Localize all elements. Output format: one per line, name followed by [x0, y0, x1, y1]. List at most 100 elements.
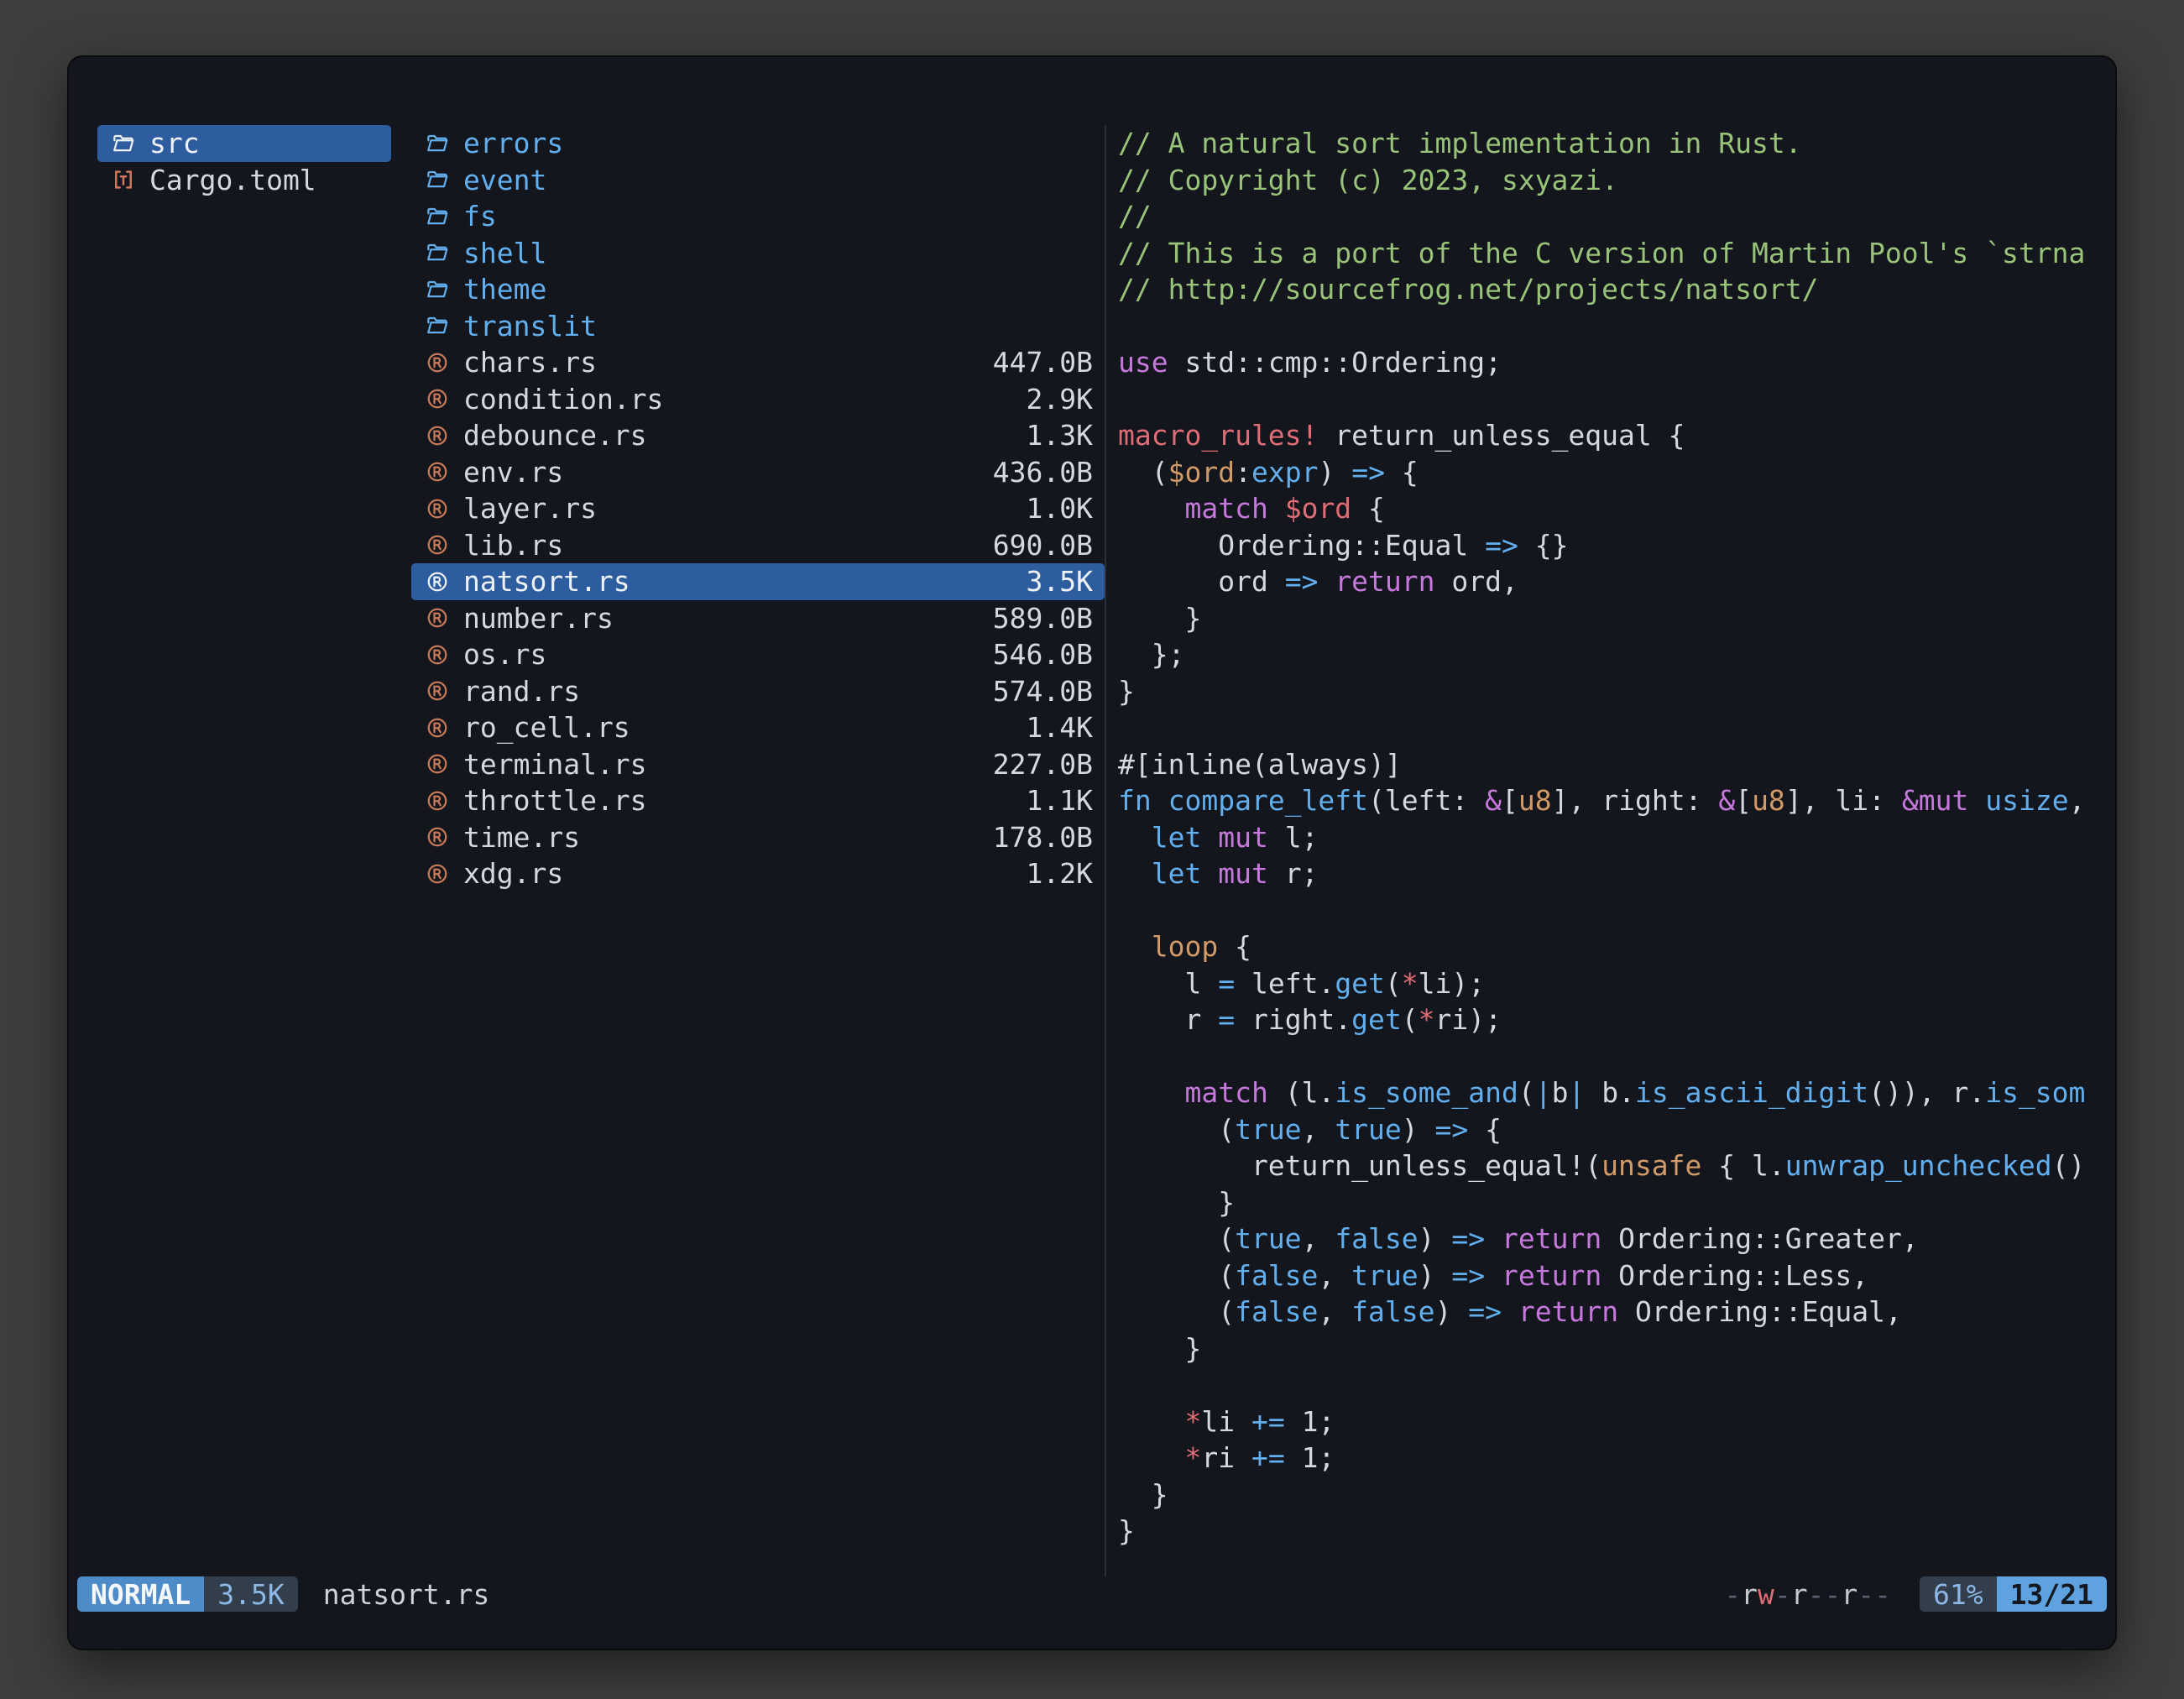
- code-line: use std::cmp::Ordering;: [1118, 344, 2085, 381]
- folder-icon: [425, 240, 450, 265]
- file-row-rand.rs[interactable]: rand.rs574.0B: [411, 673, 1105, 710]
- file-name: fs: [463, 198, 497, 235]
- code-line: *ri += 1;: [1118, 1440, 2085, 1477]
- code-line: [1118, 709, 2085, 746]
- code-line: }: [1118, 673, 2085, 710]
- rust-file-icon: [425, 788, 450, 813]
- code-line: fn compare_left(left: &[u8], right: &[u8…: [1118, 782, 2085, 819]
- code-line: let mut r;: [1118, 855, 2085, 892]
- folder-icon: [425, 204, 450, 229]
- file-size: 2.9K: [1027, 381, 1093, 418]
- cursor-position-badge: 13/21: [1997, 1576, 2107, 1612]
- folder-icon: [425, 277, 450, 302]
- rust-file-icon: [425, 678, 450, 703]
- file-name: lib.rs: [463, 527, 563, 564]
- file-size: 227.0B: [993, 746, 1093, 783]
- file-name: translit: [463, 308, 597, 345]
- file-name: os.rs: [463, 636, 546, 673]
- code-line: let mut l;: [1118, 819, 2085, 856]
- file-name: xdg.rs: [463, 855, 563, 892]
- rust-file-icon: [425, 642, 450, 667]
- code-line: ($ord:expr) => {: [1118, 454, 2085, 491]
- rust-file-icon: [425, 496, 450, 521]
- file-row-layer.rs[interactable]: layer.rs 1.0K: [411, 490, 1105, 527]
- mode-indicator: NORMAL: [77, 1576, 204, 1612]
- status-filename: natsort.rs: [323, 1578, 490, 1611]
- file-row-Cargo.toml[interactable]: Cargo.toml: [97, 162, 391, 199]
- dir-row-shell[interactable]: shell: [411, 235, 1105, 272]
- code-line: }: [1118, 1330, 2085, 1367]
- file-name: shell: [463, 235, 546, 272]
- file-row-condition.rs[interactable]: condition.rs 2.9K: [411, 381, 1105, 418]
- file-name: number.rs: [463, 600, 614, 637]
- code-line: [1118, 1038, 2085, 1075]
- rust-file-icon: [425, 532, 450, 557]
- file-row-number.rs[interactable]: number.rs 589.0B: [411, 600, 1105, 637]
- file-name: src: [149, 125, 200, 162]
- file-row-terminal.rs[interactable]: terminal.rs227.0B: [411, 746, 1105, 783]
- dir-row-errors[interactable]: errors: [411, 125, 1105, 162]
- rust-file-icon: [425, 569, 450, 594]
- file-size: 1.0K: [1027, 490, 1093, 527]
- file-name: debounce.rs: [463, 417, 647, 454]
- dir-row-event[interactable]: event: [411, 162, 1105, 199]
- file-row-env.rs[interactable]: env.rs436.0B: [411, 454, 1105, 491]
- code-line: [1118, 892, 2085, 929]
- file-row-throttle.rs[interactable]: throttle.rs1.1K: [411, 782, 1105, 819]
- file-name: chars.rs: [463, 344, 597, 381]
- file-name: theme: [463, 271, 546, 308]
- rust-file-icon: [425, 861, 450, 886]
- parent-directory-pane: srcCargo.toml: [97, 125, 391, 1576]
- code-line: (true, false) => return Ordering::Greate…: [1118, 1221, 2085, 1257]
- code-line: }: [1118, 600, 2085, 637]
- file-name: layer.rs: [463, 490, 597, 527]
- code-line: (true, true) => {: [1118, 1111, 2085, 1148]
- file-size: 589.0B: [993, 600, 1093, 637]
- rust-file-icon: [425, 751, 450, 776]
- file-name: ro_cell.rs: [463, 709, 630, 746]
- code-line: return_unless_equal!(unsafe { l.unwrap_u…: [1118, 1147, 2085, 1184]
- file-row-time.rs[interactable]: time.rs178.0B: [411, 819, 1105, 856]
- current-directory-pane: errorseventfsshellthemetranslitchars.rs 4…: [411, 125, 1105, 1576]
- code-line: // Copyright (c) 2023, sxyazi.: [1118, 162, 2085, 199]
- file-preview-pane: // A natural sort implementation in Rust…: [1106, 125, 2085, 1576]
- dir-row-fs[interactable]: fs: [411, 198, 1105, 235]
- file-row-xdg.rs[interactable]: xdg.rs1.2K: [411, 855, 1105, 892]
- rust-file-icon: [425, 423, 450, 448]
- file-name: rand.rs: [463, 673, 580, 710]
- rust-file-icon: [425, 459, 450, 484]
- status-bar: NORMAL 3.5K natsort.rs -rw-r--r-- 61% 13…: [77, 1576, 2107, 1612]
- code-line: }: [1118, 1184, 2085, 1221]
- rust-file-icon: [425, 715, 450, 740]
- file-name: natsort.rs: [463, 563, 630, 600]
- dir-row-translit[interactable]: translit: [411, 308, 1105, 345]
- dir-row-theme[interactable]: theme: [411, 271, 1105, 308]
- file-size: 447.0B: [993, 344, 1093, 381]
- code-line: loop {: [1118, 928, 2085, 965]
- code-line: #[inline(always)]: [1118, 746, 2085, 783]
- code-line: Ordering::Equal => {}: [1118, 527, 2085, 564]
- file-row-lib.rs[interactable]: lib.rs 690.0B: [411, 527, 1105, 564]
- code-line: *li += 1;: [1118, 1404, 2085, 1440]
- code-line: }: [1118, 1513, 2085, 1550]
- file-name: condition.rs: [463, 381, 663, 418]
- yazi-file-manager-window: srcCargo.toml errorseventfsshellthemetra…: [67, 55, 2117, 1650]
- folder-icon: [111, 131, 136, 156]
- file-row-ro_cell.rs[interactable]: ro_cell.rs1.4K: [411, 709, 1105, 746]
- dir-row-src[interactable]: src: [97, 125, 391, 162]
- file-row-natsort.rs[interactable]: natsort.rs3.5K: [411, 563, 1105, 600]
- file-name: Cargo.toml: [149, 162, 316, 199]
- file-permissions: -rw-r--r--: [1724, 1578, 1891, 1611]
- code-line: [1118, 308, 2085, 345]
- code-line: (false, false) => return Ordering::Equal…: [1118, 1294, 2085, 1330]
- code-line: match (l.is_some_and(|b| b.is_ascii_digi…: [1118, 1074, 2085, 1111]
- folder-icon: [425, 313, 450, 338]
- rust-file-icon: [425, 824, 450, 850]
- file-row-debounce.rs[interactable]: debounce.rs1.3K: [411, 417, 1105, 454]
- code-line: }: [1118, 1477, 2085, 1513]
- file-size: 690.0B: [993, 527, 1093, 564]
- file-row-chars.rs[interactable]: chars.rs 447.0B: [411, 344, 1105, 381]
- file-row-os.rs[interactable]: os.rs546.0B: [411, 636, 1105, 673]
- rust-file-icon: [425, 605, 450, 630]
- file-size: 436.0B: [993, 454, 1093, 491]
